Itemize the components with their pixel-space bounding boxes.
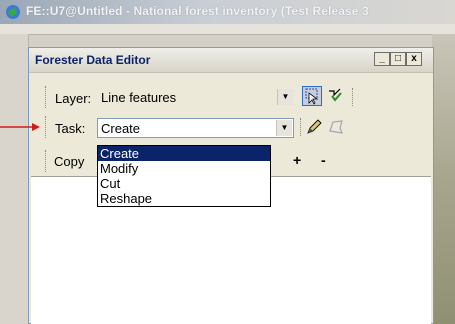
task-option-reshape[interactable]: Reshape <box>98 191 270 206</box>
arrow-icon <box>0 123 40 131</box>
maximize-button[interactable]: □ <box>390 52 406 66</box>
editor-titlebar[interactable]: Forester Data Editor _ □ x <box>29 48 433 73</box>
minimize-button[interactable]: _ <box>374 52 390 66</box>
app-title: FE::U7@Untitled - National forest invent… <box>26 4 369 18</box>
task-option-cut[interactable]: Cut <box>98 176 270 191</box>
toolbar-grip[interactable] <box>45 116 48 138</box>
app-menu-strip <box>0 24 455 35</box>
edit-vertices-icon[interactable] <box>326 86 346 106</box>
layer-value: Line features <box>101 90 177 105</box>
polygon-icon[interactable] <box>327 118 347 138</box>
pencil-icon[interactable] <box>305 118 325 138</box>
task-value: Create <box>101 121 141 136</box>
app-left-panel <box>0 34 29 324</box>
copy-button[interactable]: Copy <box>54 154 84 169</box>
toolbar-separator <box>352 88 355 106</box>
remove-button[interactable]: - <box>321 152 326 168</box>
layer-label: Layer: <box>55 91 92 106</box>
add-button[interactable]: + <box>293 152 301 168</box>
task-option-create[interactable]: Create <box>98 146 270 161</box>
task-select[interactable]: Create ▼ <box>97 118 294 138</box>
task-label: Task: <box>55 121 86 136</box>
task-dropdown-list[interactable]: Create Modify Cut Reshape <box>97 145 271 207</box>
app-logo-icon <box>6 5 20 19</box>
layer-select[interactable]: Line features ▼ <box>98 88 294 108</box>
chevron-down-icon[interactable]: ▼ <box>277 89 293 105</box>
select-features-icon[interactable] <box>302 86 322 106</box>
close-button[interactable]: x <box>406 52 422 66</box>
map-view-edge <box>432 34 455 324</box>
forester-data-editor-window[interactable]: Forester Data Editor _ □ x Layer: Line f… <box>28 47 434 324</box>
toolbar-grip[interactable] <box>45 86 48 108</box>
app-titlebar: FE::U7@Untitled - National forest invent… <box>0 0 455 24</box>
toolbar-grip[interactable] <box>45 150 48 172</box>
chevron-down-icon[interactable]: ▼ <box>276 120 292 136</box>
editor-title: Forester Data Editor <box>35 53 151 67</box>
task-option-modify[interactable]: Modify <box>98 161 270 176</box>
toolbar-separator <box>300 118 303 136</box>
